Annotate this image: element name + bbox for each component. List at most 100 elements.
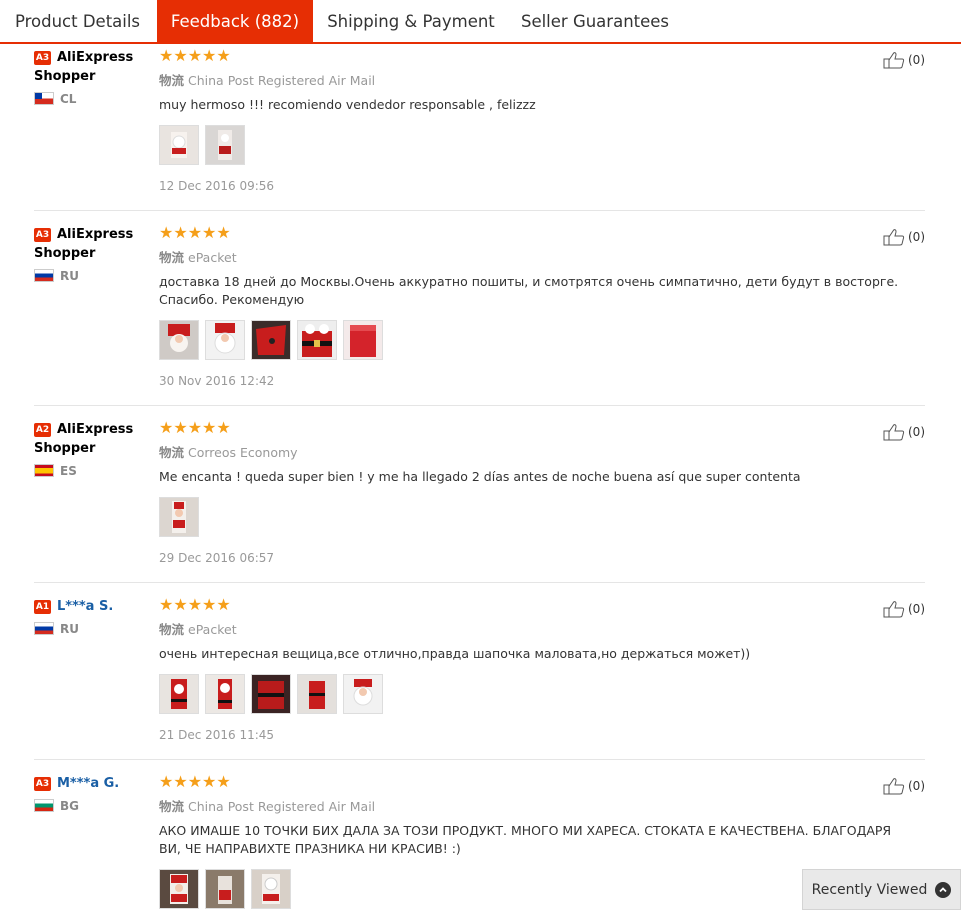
buyer-level-badge: A3 xyxy=(34,51,51,65)
review-photo-thumbnail[interactable] xyxy=(159,869,199,909)
review-photo-thumbnail[interactable] xyxy=(159,320,199,360)
review-photo-thumbnail[interactable] xyxy=(343,320,383,360)
helpful-button[interactable]: (0) xyxy=(883,51,925,69)
review-photo-thumbnail[interactable] xyxy=(251,869,291,909)
buyer-level-badge: A1 xyxy=(34,600,51,614)
review-photo-thumbnail[interactable] xyxy=(251,674,291,714)
review-date: 21 Dec 2016 11:45 xyxy=(159,728,275,742)
review-photo-thumbnail[interactable] xyxy=(205,869,245,909)
reviewer-name-line2: Shopper xyxy=(34,246,96,261)
tab-feedback[interactable]: Feedback (882) xyxy=(157,0,313,42)
review-photos xyxy=(159,497,899,537)
thumbs-up-icon xyxy=(883,424,905,441)
helpful-count: (0) xyxy=(908,602,925,616)
review-photo-thumbnail[interactable] xyxy=(297,320,337,360)
star-rating: ★★★★★ xyxy=(159,418,231,437)
russia-flag-icon xyxy=(34,622,54,635)
review-photo-thumbnail[interactable] xyxy=(343,674,383,714)
review-photos xyxy=(159,674,899,714)
reviewer-country: ES xyxy=(34,464,152,478)
reviewer-country: RU xyxy=(34,269,152,283)
reviewer-info: A1 L***a S. RU xyxy=(34,597,152,636)
thumbs-up-icon xyxy=(883,229,905,246)
helpful-button[interactable]: (0) xyxy=(883,423,925,441)
review-content: ★★★★★ 物流 ePacket очень интересная вещица,… xyxy=(159,597,899,742)
tab-seller-guarantees[interactable]: Seller Guarantees xyxy=(509,0,681,42)
review-item: A3 AliExpress Shopper RU ★★★★★ 物流 ePacket … xyxy=(34,225,925,406)
review-text: muy hermoso !!! recomiendo vendedor resp… xyxy=(159,97,536,112)
helpful-count: (0) xyxy=(908,53,925,67)
review-item: A2 AliExpress Shopper ES ★★★★★ 物流 Correos … xyxy=(34,420,925,583)
recently-viewed-label: Recently Viewed xyxy=(811,881,928,898)
tab-product-details[interactable]: Product Details xyxy=(0,0,155,42)
reviewer-name[interactable]: L***a S. xyxy=(57,599,113,614)
reviewer-info: A2 AliExpress Shopper ES xyxy=(34,420,152,478)
tab-bar: Product Details Feedback (882) Shipping … xyxy=(0,0,961,44)
star-rating: ★★★★★ xyxy=(159,223,231,242)
logistics-label: 物流 xyxy=(159,622,185,637)
reviewer-info: A3 AliExpress Shopper CL xyxy=(34,48,152,106)
reviewer-country: RU xyxy=(34,622,152,636)
star-rating: ★★★★★ xyxy=(159,772,231,791)
star-rating: ★★★★★ xyxy=(159,595,231,614)
buyer-level-badge: A3 xyxy=(34,228,51,242)
reviewer-info: A3 AliExpress Shopper RU xyxy=(34,225,152,283)
spain-flag-icon xyxy=(34,464,54,477)
review-content: ★★★★★ 物流 ePacket доставка 18 дней до Моск… xyxy=(159,225,899,388)
buyer-level-badge: A2 xyxy=(34,423,51,437)
review-photos xyxy=(159,320,899,360)
chile-flag-icon xyxy=(34,92,54,105)
helpful-count: (0) xyxy=(908,425,925,439)
helpful-count: (0) xyxy=(908,779,925,793)
russia-flag-icon xyxy=(34,269,54,282)
review-content: ★★★★★ 物流 China Post Registered Air Mail m… xyxy=(159,48,899,193)
helpful-button[interactable]: (0) xyxy=(883,228,925,246)
helpful-button[interactable]: (0) xyxy=(883,777,925,795)
shipping-method: 物流 ePacket xyxy=(159,250,237,265)
review-date: 12 Dec 2016 09:56 xyxy=(159,179,275,193)
star-rating: ★★★★★ xyxy=(159,46,231,65)
review-text: доставка 18 дней до Москвы.Очень аккурат… xyxy=(159,274,899,307)
logistics-label: 物流 xyxy=(159,73,185,88)
review-photo-thumbnail[interactable] xyxy=(159,125,199,165)
review-date: 29 Dec 2016 06:57 xyxy=(159,551,275,565)
reviewer-name-line2: Shopper xyxy=(34,69,96,84)
thumbs-up-icon xyxy=(883,601,905,618)
reviewer-name: AliExpress xyxy=(57,50,134,65)
shipping-method: 物流 China Post Registered Air Mail xyxy=(159,73,376,88)
review-text: Me encanta ! queda super bien ! y me ha … xyxy=(159,469,801,484)
chevron-up-icon xyxy=(935,881,952,898)
bulgaria-flag-icon xyxy=(34,799,54,812)
review-date: 30 Nov 2016 12:42 xyxy=(159,374,275,388)
review-photos xyxy=(159,869,899,909)
review-photo-thumbnail[interactable] xyxy=(159,497,199,537)
reviewer-country: CL xyxy=(34,92,152,106)
review-photo-thumbnail[interactable] xyxy=(159,674,199,714)
shipping-method: 物流 Correos Economy xyxy=(159,445,298,460)
thumbs-up-icon xyxy=(883,778,905,795)
review-photo-thumbnail[interactable] xyxy=(205,125,245,165)
review-content: ★★★★★ 物流 China Post Registered Air Mail А… xyxy=(159,774,899,909)
review-photo-thumbnail[interactable] xyxy=(205,674,245,714)
helpful-button[interactable]: (0) xyxy=(883,600,925,618)
review-item: A3 M***a G. BG ★★★★★ 物流 China Post Registe… xyxy=(34,774,925,914)
helpful-count: (0) xyxy=(908,230,925,244)
review-photo-thumbnail[interactable] xyxy=(297,674,337,714)
review-photo-thumbnail[interactable] xyxy=(205,320,245,360)
thumbs-up-icon xyxy=(883,52,905,69)
tab-shipping-payment[interactable]: Shipping & Payment xyxy=(313,0,509,42)
reviewer-info: A3 M***a G. BG xyxy=(34,774,152,813)
reviewer-country: BG xyxy=(34,799,152,813)
review-item: A3 AliExpress Shopper CL ★★★★★ 物流 China Po… xyxy=(34,48,925,211)
shipping-method: 物流 ePacket xyxy=(159,622,237,637)
buyer-level-badge: A3 xyxy=(34,777,51,791)
logistics-label: 物流 xyxy=(159,799,185,814)
reviewer-name: AliExpress xyxy=(57,422,134,437)
reviewer-name-line2: Shopper xyxy=(34,441,96,456)
logistics-label: 物流 xyxy=(159,250,185,265)
reviewer-name[interactable]: M***a G. xyxy=(57,776,119,791)
review-photo-thumbnail[interactable] xyxy=(251,320,291,360)
recently-viewed-button[interactable]: Recently Viewed xyxy=(802,869,961,910)
logistics-label: 物流 xyxy=(159,445,185,460)
reviewer-name: AliExpress xyxy=(57,227,134,242)
